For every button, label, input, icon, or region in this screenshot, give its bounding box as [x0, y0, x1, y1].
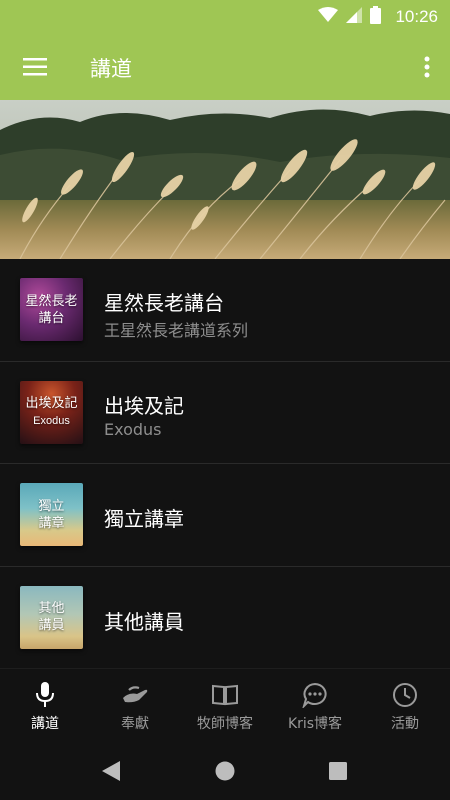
nav-label: Kris博客: [287, 716, 343, 732]
more-options-button[interactable]: [414, 47, 440, 87]
list-item-thumbnail: 星然長老 講台: [20, 278, 83, 341]
bottom-navigation: 講道 奉獻 牧師博客 Kris博客 活動: [0, 668, 450, 740]
thumbnail-text: 星然長老: [25, 293, 78, 309]
offering-hand-icon: [121, 681, 149, 709]
wheat-field-banner: [0, 100, 450, 259]
list-item-thumbnail: 其他 講員: [20, 585, 83, 649]
nav-label: 奉獻: [121, 716, 149, 732]
clock-icon: [392, 681, 418, 709]
thumbnail-text: 獨立: [38, 498, 65, 514]
system-navigation-bar: [0, 740, 450, 800]
sermon-list: 星然長老 講台 星然長老講台 王星然長老講道系列 出埃及記 Exodus 出埃及…: [0, 259, 450, 669]
nav-item-kris-blog[interactable]: Kris博客: [270, 669, 360, 740]
list-item-thumbnail: 獨立 講章: [20, 483, 83, 546]
nav-item-offering[interactable]: 奉獻: [90, 669, 180, 740]
nav-label: 牧師博客: [197, 716, 253, 732]
microphone-icon: [35, 681, 55, 709]
recents-button[interactable]: [325, 758, 351, 784]
chat-bubble-icon: [302, 681, 328, 709]
list-item-subtitle: Exodus: [104, 419, 162, 439]
thumbnail-text: 其他: [38, 601, 65, 616]
list-item-title: 星然長老講台: [104, 291, 224, 315]
more-vertical-icon: [424, 56, 430, 78]
hero-banner: [0, 100, 450, 259]
status-icons: 10:26: [318, 6, 438, 28]
app-bar: 講道: [0, 34, 450, 100]
nav-item-sermons[interactable]: 講道: [0, 669, 90, 740]
nav-item-pastor-blog[interactable]: 牧師博客: [180, 669, 270, 740]
thumbnail-text: Exodus: [33, 414, 70, 427]
thumbnail-text: 出埃及記: [25, 395, 78, 411]
back-button[interactable]: [98, 758, 124, 784]
home-circle-icon: [215, 761, 235, 781]
book-open-icon: [212, 681, 238, 709]
home-button[interactable]: [212, 758, 238, 784]
list-item-title: 獨立講章: [104, 507, 184, 531]
list-item[interactable]: 其他 講員 其他講員: [0, 567, 450, 669]
list-item-title: 出埃及記: [104, 393, 184, 418]
battery-icon: [370, 6, 382, 28]
recents-square-icon: [329, 762, 347, 780]
back-triangle-icon: [102, 761, 120, 781]
thumbnail-text: 講台: [38, 310, 65, 326]
list-item-subtitle: 王星然長老講道系列: [104, 321, 249, 340]
thumbnail-text: 講章: [38, 515, 65, 531]
list-item[interactable]: 出埃及記 Exodus 出埃及記 Exodus: [0, 362, 450, 464]
status-bar: 10:26: [0, 0, 450, 34]
thumbnail-text: 講員: [38, 618, 65, 633]
wifi-icon: [318, 7, 339, 27]
nav-label: 講道: [31, 716, 59, 732]
hamburger-menu-button[interactable]: [14, 47, 56, 87]
list-item[interactable]: 獨立 講章 獨立講章: [0, 464, 450, 567]
status-time: 10:26: [395, 7, 438, 26]
list-item-title: 其他講員: [104, 609, 184, 634]
hamburger-menu-icon: [23, 58, 47, 76]
nav-item-events[interactable]: 活動: [360, 669, 450, 740]
list-item[interactable]: 星然長老 講台 星然長老講台 王星然長老講道系列: [0, 259, 450, 362]
nav-label: 活動: [391, 716, 419, 732]
page-title: 講道: [90, 57, 132, 81]
signal-icon: [346, 7, 363, 27]
list-item-thumbnail: 出埃及記 Exodus: [20, 380, 83, 444]
